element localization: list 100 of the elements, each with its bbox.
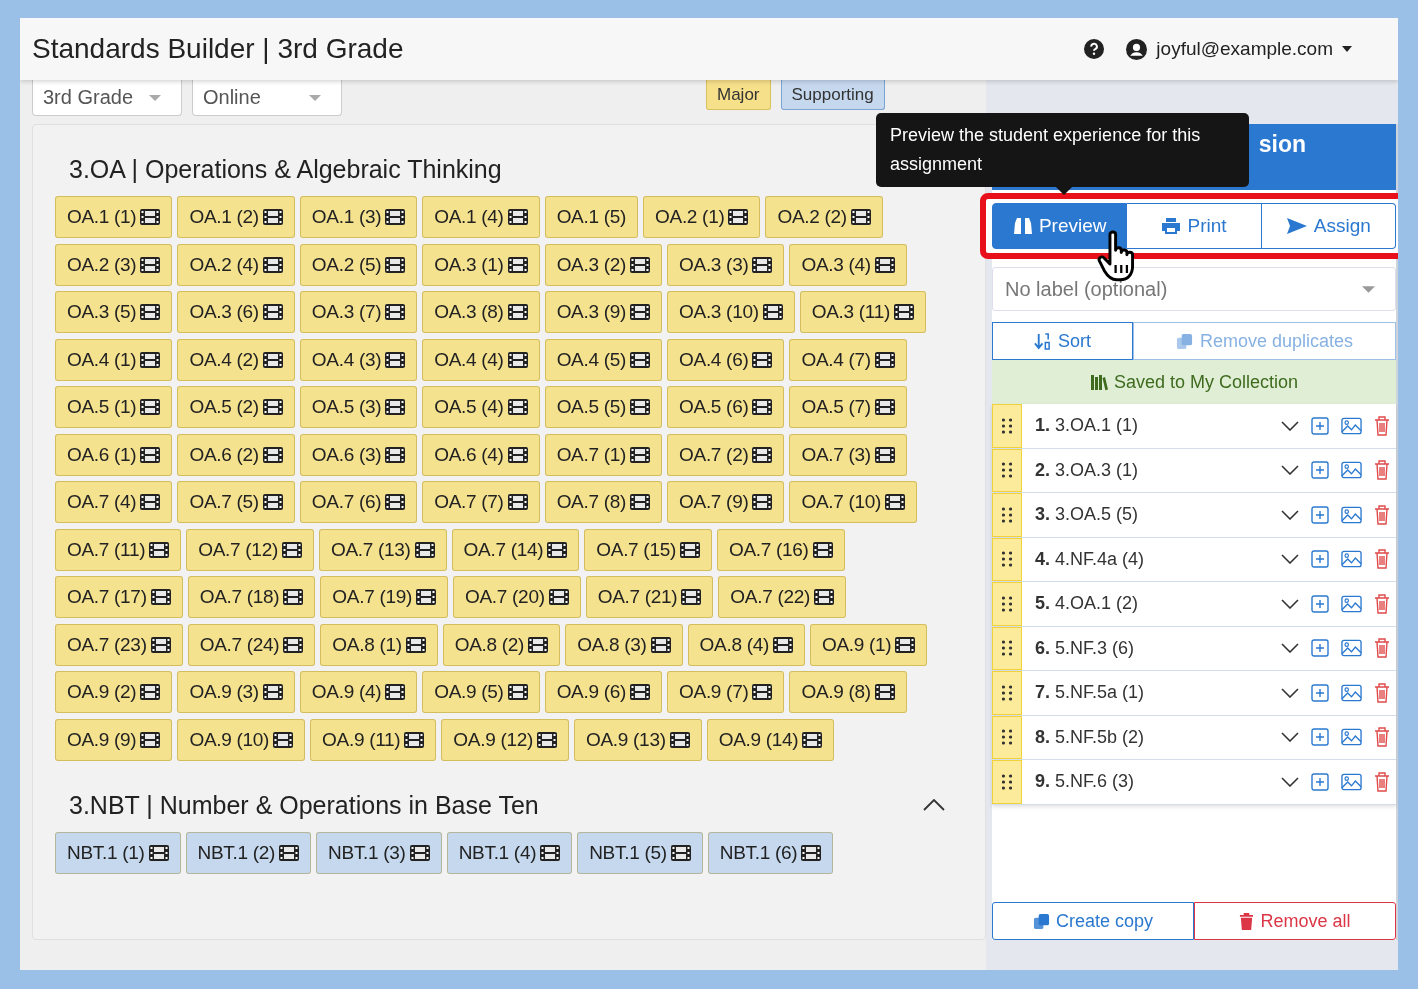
- add-icon[interactable]: [1311, 416, 1329, 435]
- standard-chip[interactable]: OA.9 (14): [706, 718, 835, 761]
- standard-chip[interactable]: OA.1 (1): [55, 196, 173, 238]
- trash-icon[interactable]: [1374, 682, 1390, 703]
- standard-chip[interactable]: OA.8 (1): [320, 623, 438, 666]
- standard-chip[interactable]: OA.7 (5): [177, 481, 295, 523]
- standard-chip[interactable]: OA.4 (7): [789, 338, 907, 381]
- standard-chip[interactable]: OA.7 (8): [544, 481, 663, 523]
- standard-chip[interactable]: OA.4 (5): [544, 338, 663, 381]
- standard-chip[interactable]: OA.8 (2): [442, 623, 561, 666]
- dropdown[interactable]: 3rd Grade: [32, 80, 182, 116]
- standard-chip[interactable]: OA.6 (3): [299, 433, 418, 476]
- standard-chip[interactable]: OA.3 (3): [667, 243, 785, 286]
- drag-handle[interactable]: [992, 448, 1022, 492]
- standard-chip[interactable]: OA.1 (4): [422, 196, 540, 238]
- standard-chip[interactable]: OA.3 (10): [667, 291, 795, 333]
- standard-chip[interactable]: OA.9 (6): [544, 671, 663, 713]
- standard-chip[interactable]: OA.7 (7): [422, 481, 540, 523]
- standard-chip[interactable]: OA.9 (9): [55, 718, 173, 761]
- chevron-icon[interactable]: [1281, 643, 1299, 654]
- standard-chip[interactable]: OA.5 (2): [177, 386, 295, 428]
- chevron-icon[interactable]: [1281, 687, 1299, 698]
- trash-icon[interactable]: [1374, 727, 1390, 748]
- standard-chip[interactable]: OA.2 (4): [177, 243, 295, 286]
- standard-chip[interactable]: OA.9 (2): [55, 671, 173, 713]
- add-icon[interactable]: [1311, 461, 1329, 480]
- footer-button[interactable]: Create copy: [992, 902, 1194, 940]
- standard-chip[interactable]: OA.8 (4): [687, 623, 805, 666]
- standard-chip[interactable]: OA.4 (1): [55, 338, 173, 381]
- image-icon[interactable]: [1341, 505, 1362, 524]
- standard-chip[interactable]: OA.9 (4): [299, 671, 418, 713]
- add-icon[interactable]: [1311, 772, 1329, 791]
- image-icon[interactable]: [1341, 639, 1362, 658]
- drag-handle[interactable]: [992, 715, 1022, 759]
- standard-chip[interactable]: NBT.1 (4): [446, 831, 573, 874]
- standard-chip[interactable]: OA.1 (5): [544, 196, 639, 238]
- standard-chip[interactable]: OA.1 (2): [177, 196, 295, 238]
- standard-chip[interactable]: OA.6 (4): [422, 433, 540, 476]
- standard-chip[interactable]: OA.1 (3): [299, 196, 418, 238]
- image-icon[interactable]: [1341, 550, 1362, 569]
- standard-chip[interactable]: OA.3 (2): [544, 243, 663, 286]
- filter-tag[interactable]: Major: [706, 80, 771, 110]
- standard-chip[interactable]: OA.7 (24): [187, 623, 316, 666]
- chevron-icon[interactable]: [1281, 732, 1299, 743]
- tool-button[interactable]: Sort: [992, 322, 1133, 360]
- standard-chip[interactable]: OA.7 (6): [299, 481, 418, 523]
- standard-chip[interactable]: NBT.1 (6): [707, 831, 834, 874]
- trash-icon[interactable]: [1374, 415, 1390, 436]
- standard-chip[interactable]: OA.7 (10): [789, 481, 918, 523]
- add-icon[interactable]: [1311, 550, 1329, 569]
- trash-icon[interactable]: [1374, 593, 1390, 614]
- trash-icon[interactable]: [1374, 460, 1390, 481]
- standard-chip[interactable]: OA.2 (1): [643, 196, 761, 238]
- standard-chip[interactable]: OA.7 (11): [55, 528, 182, 571]
- standard-chip[interactable]: OA.9 (1): [809, 623, 928, 666]
- standard-chip[interactable]: OA.7 (2): [667, 433, 785, 476]
- footer-button[interactable]: Remove all: [1194, 902, 1396, 940]
- standard-chip[interactable]: OA.9 (11): [310, 718, 437, 761]
- standard-chip[interactable]: OA.5 (7): [789, 386, 907, 428]
- standard-chip[interactable]: OA.7 (22): [718, 576, 847, 618]
- standard-chip[interactable]: OA.5 (1): [55, 386, 173, 428]
- image-icon[interactable]: [1341, 416, 1362, 435]
- standard-chip[interactable]: OA.7 (1): [544, 433, 663, 476]
- image-icon[interactable]: [1341, 772, 1362, 791]
- drag-handle[interactable]: [992, 671, 1022, 715]
- action-button[interactable]: Assign: [1261, 203, 1396, 249]
- standard-chip[interactable]: OA.7 (13): [318, 528, 447, 571]
- drag-handle[interactable]: [992, 626, 1022, 670]
- standard-chip[interactable]: OA.4 (4): [422, 338, 540, 381]
- dropdown[interactable]: Online: [192, 80, 342, 116]
- standard-chip[interactable]: OA.8 (3): [565, 623, 683, 666]
- image-icon[interactable]: [1341, 728, 1362, 747]
- standard-chip[interactable]: OA.7 (3): [789, 433, 907, 476]
- image-icon[interactable]: [1341, 461, 1362, 480]
- chevron-icon[interactable]: [1281, 420, 1299, 431]
- standard-chip[interactable]: OA.3 (8): [422, 291, 540, 333]
- standard-chip[interactable]: OA.5 (4): [422, 386, 540, 428]
- standard-chip[interactable]: OA.7 (14): [451, 528, 580, 571]
- standard-chip[interactable]: OA.4 (3): [299, 338, 418, 381]
- standard-chip[interactable]: OA.3 (9): [544, 291, 663, 333]
- standard-chip[interactable]: OA.6 (2): [177, 433, 295, 476]
- standard-chip[interactable]: OA.4 (2): [177, 338, 295, 381]
- standard-chip[interactable]: OA.2 (2): [765, 196, 883, 238]
- drag-handle[interactable]: [992, 760, 1022, 804]
- standard-chip[interactable]: OA.7 (21): [585, 576, 714, 618]
- standard-chip[interactable]: OA.7 (4): [55, 481, 173, 523]
- standard-chip[interactable]: OA.7 (15): [584, 528, 712, 571]
- standard-chip[interactable]: OA.6 (1): [55, 433, 173, 476]
- standard-chip[interactable]: OA.7 (9): [667, 481, 785, 523]
- standard-chip[interactable]: OA.7 (17): [55, 576, 183, 618]
- standard-chip[interactable]: OA.7 (20): [453, 576, 581, 618]
- standard-chip[interactable]: OA.5 (3): [299, 386, 418, 428]
- add-icon[interactable]: [1311, 594, 1329, 613]
- standard-chip[interactable]: OA.7 (12): [186, 528, 314, 571]
- label-dropdown[interactable]: No label (optional): [992, 267, 1396, 311]
- add-icon[interactable]: [1311, 683, 1329, 702]
- image-icon[interactable]: [1341, 594, 1362, 613]
- chevron-icon[interactable]: [1281, 509, 1299, 520]
- standard-chip[interactable]: OA.7 (16): [716, 528, 845, 571]
- standard-chip[interactable]: NBT.1 (2): [185, 831, 312, 874]
